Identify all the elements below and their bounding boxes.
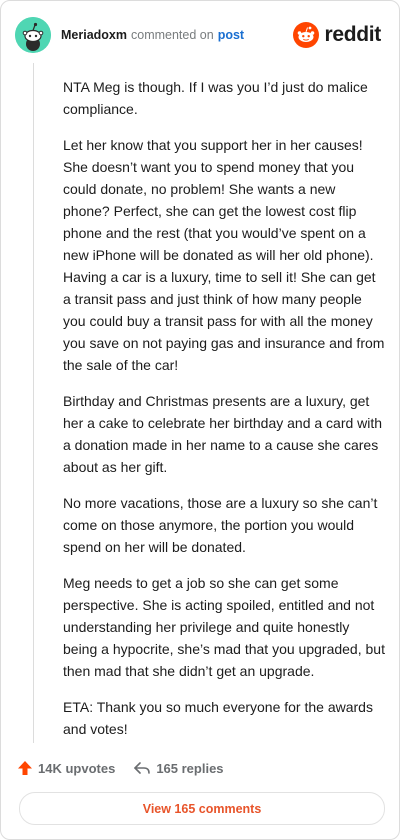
upvote-count: 14K upvotes: [38, 760, 116, 776]
comment-body: NTA Meg is though. If I was you I’d just…: [63, 76, 385, 754]
comment-paragraph: Meg needs to get a job so she can get so…: [63, 575, 385, 679]
comment-author[interactable]: Meriadoxm: [61, 28, 127, 42]
view-comments-button[interactable]: View 165 comments: [19, 792, 385, 825]
comment-paragraph: NTA Meg is though. If I was you I’d just…: [63, 79, 368, 117]
post-link[interactable]: post: [218, 28, 244, 42]
upvote-arrow-icon: [18, 761, 32, 775]
reddit-logo[interactable]: reddit: [293, 22, 381, 48]
comment-card: Meriadoxm commented on post reddit NTA M…: [0, 0, 400, 840]
reply-count: 165 replies: [156, 760, 224, 776]
comment-paragraph: ETA: Thank you so much everyone for the …: [63, 699, 373, 737]
view-comments-label: View 165 comments: [142, 801, 262, 816]
reply-arrow-icon: [134, 762, 151, 774]
comment-paragraph: No more vacations, those are a luxury so…: [63, 495, 378, 555]
comment-paragraph: Let her know that you support her in her…: [63, 137, 385, 373]
reddit-wordmark: reddit: [324, 23, 381, 46]
snoo-avatar-icon[interactable]: [15, 17, 51, 53]
comment-stats: 14K upvotes 165 replies: [17, 757, 224, 779]
thread-line: [33, 63, 34, 743]
comment-paragraph: Birthday and Christmas presents are a lu…: [63, 393, 383, 475]
comment-action-text: commented on: [131, 28, 214, 42]
reddit-logo-icon: [293, 22, 320, 48]
upvote-button[interactable]: 14K upvotes: [17, 760, 115, 776]
comment-header: Meriadoxm commented on post reddit: [15, 17, 385, 53]
replies-button[interactable]: 165 replies: [133, 760, 224, 776]
